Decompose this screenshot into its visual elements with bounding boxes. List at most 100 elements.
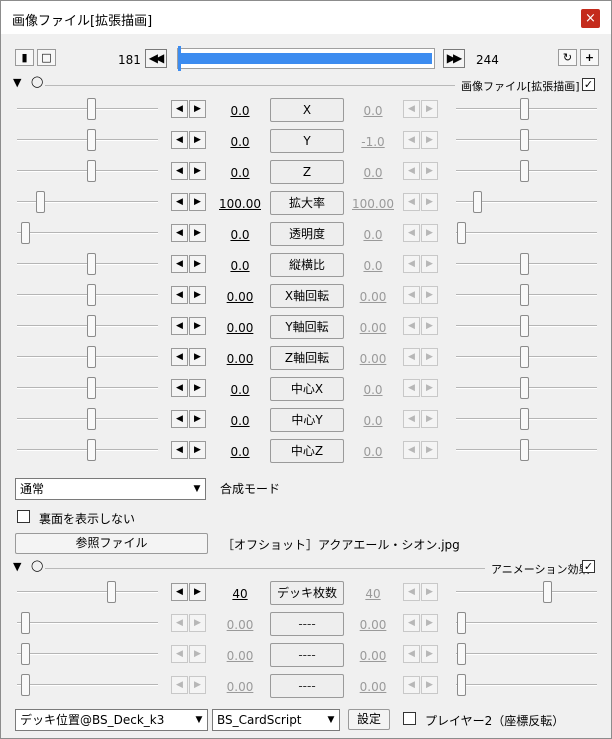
right-value[interactable]: -1.0 [345, 135, 401, 149]
right-slider-thumb[interactable] [543, 581, 552, 603]
left-slider-thumb[interactable] [36, 191, 45, 213]
left-slider-thumb[interactable] [87, 315, 96, 337]
right-slider-track[interactable] [456, 622, 597, 624]
settings-button[interactable]: 設定 [348, 709, 390, 730]
right-decrement-arrow-icon[interactable]: ◀ [403, 286, 420, 304]
add-filter-button[interactable]: + [580, 49, 599, 66]
param-name-button[interactable]: Z軸回転 [270, 346, 344, 370]
right-slider-track[interactable] [456, 653, 597, 655]
left-increment-arrow-icon[interactable]: ▶ [189, 441, 206, 459]
left-increment-arrow-icon[interactable]: ▶ [189, 224, 206, 242]
left-slider-thumb[interactable] [21, 674, 30, 696]
right-decrement-arrow-icon[interactable]: ◀ [403, 645, 420, 663]
left-slider-track[interactable] [17, 232, 158, 234]
param-name-button[interactable]: X [270, 98, 344, 122]
section-enable-checkbox[interactable]: ✓ [582, 560, 595, 573]
left-decrement-arrow-icon[interactable]: ◀ [171, 255, 188, 273]
right-increment-arrow-icon[interactable]: ▶ [421, 410, 438, 428]
left-value[interactable]: 0.00 [212, 352, 268, 366]
param-name-button[interactable]: ---- [270, 612, 344, 636]
right-value[interactable]: 0.0 [345, 104, 401, 118]
window-icon[interactable]: □ [37, 49, 56, 66]
right-decrement-arrow-icon[interactable]: ◀ [403, 131, 420, 149]
left-decrement-arrow-icon[interactable]: ◀ [171, 162, 188, 180]
left-decrement-arrow-icon[interactable]: ◀ [171, 441, 188, 459]
left-slider-track[interactable] [17, 622, 158, 624]
right-increment-arrow-icon[interactable]: ▶ [421, 100, 438, 118]
left-decrement-arrow-icon[interactable]: ◀ [171, 645, 188, 663]
right-decrement-arrow-icon[interactable]: ◀ [403, 224, 420, 242]
refresh-icon[interactable]: ↻ [558, 49, 577, 66]
left-decrement-arrow-icon[interactable]: ◀ [171, 614, 188, 632]
right-slider-thumb[interactable] [457, 222, 466, 244]
collapse-triangle-icon[interactable]: ▼ [13, 560, 21, 573]
left-decrement-arrow-icon[interactable]: ◀ [171, 583, 188, 601]
right-value[interactable]: 0.00 [345, 290, 401, 304]
right-slider-thumb[interactable] [520, 160, 529, 182]
left-value[interactable]: 0.0 [212, 135, 268, 149]
left-slider-thumb[interactable] [21, 643, 30, 665]
right-decrement-arrow-icon[interactable]: ◀ [403, 255, 420, 273]
right-value[interactable]: 0.00 [345, 618, 401, 632]
right-slider-thumb[interactable] [520, 284, 529, 306]
right-increment-arrow-icon[interactable]: ▶ [421, 255, 438, 273]
deck-position-select[interactable]: デッキ位置@BS_Deck_k3 ▼ [15, 709, 208, 731]
right-decrement-arrow-icon[interactable]: ◀ [403, 193, 420, 211]
right-decrement-arrow-icon[interactable]: ◀ [403, 100, 420, 118]
right-value[interactable]: 0.00 [345, 321, 401, 335]
param-name-button[interactable]: ---- [270, 674, 344, 698]
right-increment-arrow-icon[interactable]: ▶ [421, 193, 438, 211]
right-slider-track[interactable] [456, 684, 597, 686]
camera-control-icon[interactable]: ▮ [15, 49, 34, 66]
left-increment-arrow-icon[interactable]: ▶ [189, 162, 206, 180]
left-decrement-arrow-icon[interactable]: ◀ [171, 676, 188, 694]
right-value[interactable]: 0.0 [345, 259, 401, 273]
right-slider-thumb[interactable] [520, 315, 529, 337]
right-increment-arrow-icon[interactable]: ▶ [421, 676, 438, 694]
right-increment-arrow-icon[interactable]: ▶ [421, 379, 438, 397]
left-decrement-arrow-icon[interactable]: ◀ [171, 131, 188, 149]
right-decrement-arrow-icon[interactable]: ◀ [403, 379, 420, 397]
param-name-button[interactable]: Y軸回転 [270, 315, 344, 339]
left-decrement-arrow-icon[interactable]: ◀ [171, 410, 188, 428]
left-slider-thumb[interactable] [107, 581, 116, 603]
backface-checkbox[interactable] [17, 510, 30, 523]
left-value[interactable]: 0.0 [212, 414, 268, 428]
left-value[interactable]: 0.0 [212, 259, 268, 273]
right-increment-arrow-icon[interactable]: ▶ [421, 614, 438, 632]
param-name-button[interactable]: 拡大率 [270, 191, 344, 215]
reference-file-button[interactable]: 参照ファイル [15, 533, 208, 554]
right-value[interactable]: 100.00 [345, 197, 401, 211]
left-increment-arrow-icon[interactable]: ▶ [189, 255, 206, 273]
next-frame-button[interactable]: ▶▶ [443, 49, 465, 68]
left-slider-thumb[interactable] [21, 222, 30, 244]
right-slider-thumb[interactable] [473, 191, 482, 213]
right-decrement-arrow-icon[interactable]: ◀ [403, 614, 420, 632]
right-decrement-arrow-icon[interactable]: ◀ [403, 162, 420, 180]
right-slider-thumb[interactable] [520, 346, 529, 368]
param-name-button[interactable]: 中心Z [270, 439, 344, 463]
left-value[interactable]: 0.0 [212, 383, 268, 397]
left-increment-arrow-icon[interactable]: ▶ [189, 676, 206, 694]
param-name-button[interactable]: 透明度 [270, 222, 344, 246]
right-slider-thumb[interactable] [520, 129, 529, 151]
right-value[interactable]: 0.0 [345, 445, 401, 459]
right-slider-thumb[interactable] [520, 253, 529, 275]
script-select[interactable]: BS_CardScript ▼ [212, 709, 340, 731]
left-value[interactable]: 40 [212, 587, 268, 601]
left-slider-thumb[interactable] [87, 284, 96, 306]
left-value[interactable]: 0.0 [212, 445, 268, 459]
param-name-button[interactable]: Z [270, 160, 344, 184]
left-slider-thumb[interactable] [21, 612, 30, 634]
left-increment-arrow-icon[interactable]: ▶ [189, 348, 206, 366]
left-value[interactable]: 0.00 [212, 321, 268, 335]
right-decrement-arrow-icon[interactable]: ◀ [403, 583, 420, 601]
left-increment-arrow-icon[interactable]: ▶ [189, 131, 206, 149]
right-decrement-arrow-icon[interactable]: ◀ [403, 676, 420, 694]
left-slider-thumb[interactable] [87, 98, 96, 120]
right-slider-thumb[interactable] [520, 439, 529, 461]
right-value[interactable]: 0.0 [345, 383, 401, 397]
param-name-button[interactable]: 中心X [270, 377, 344, 401]
right-increment-arrow-icon[interactable]: ▶ [421, 131, 438, 149]
left-slider-thumb[interactable] [87, 129, 96, 151]
